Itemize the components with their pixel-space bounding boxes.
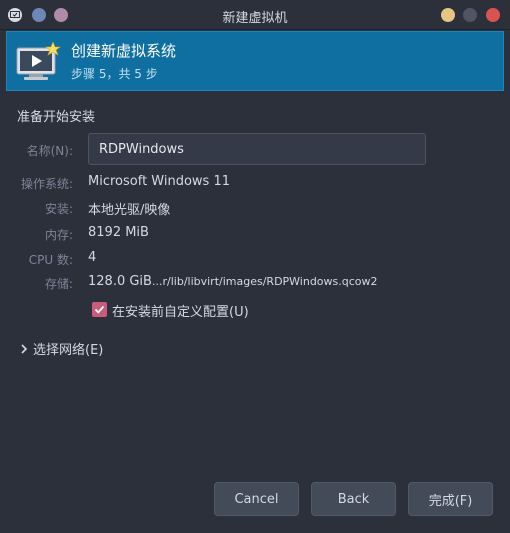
cpu-value: 4: [88, 250, 97, 265]
network-label: 选择网络(E): [33, 343, 104, 358]
storage-path: ...r/lib/libvirt/images/RDPWindows.qcow2: [152, 275, 378, 288]
chevron-right-icon: [21, 343, 28, 354]
storage-label: 存储:: [44, 277, 73, 291]
finish-button[interactable]: 完成(F): [408, 482, 493, 516]
back-button[interactable]: Back: [311, 482, 396, 516]
minimize-button[interactable]: [441, 8, 455, 22]
name-label: 名称(N):: [26, 144, 73, 158]
new-vm-icon: [16, 41, 61, 80]
section-title: 准备开始安装: [17, 110, 96, 125]
maximize-button[interactable]: [463, 8, 477, 22]
cpu-label: CPU 数:: [28, 253, 73, 267]
network-expander[interactable]: 选择网络(E): [20, 339, 103, 358]
window-title: 新建虚拟机: [222, 11, 288, 26]
os-value: Microsoft Windows 11: [88, 174, 230, 189]
install-value: 本地光驱/映像: [88, 203, 171, 218]
cancel-button[interactable]: Cancel: [214, 482, 299, 516]
os-label: 操作系统:: [20, 177, 73, 191]
name-field[interactable]: [88, 133, 426, 165]
memory-label: 内存:: [44, 228, 73, 242]
wizard-header: 创建新虚拟系统 步骤 5，共 5 步: [6, 31, 504, 91]
dialog-window: 新建虚拟机 创建新虚拟系统 步骤 5，共 5 步 准备开始安装 名称(N): 操…: [0, 0, 510, 533]
install-label: 安装:: [44, 202, 73, 216]
customize-label[interactable]: 在安装前自定义配置(U): [112, 301, 249, 320]
wizard-title: 创建新虚拟系统: [71, 42, 177, 60]
customize-checkbox[interactable]: [92, 302, 107, 317]
wizard-step: 步骤 5，共 5 步: [71, 67, 158, 81]
checkmark-icon: [94, 305, 105, 314]
storage-size: 128.0 GiB: [88, 274, 152, 289]
close-button[interactable]: [486, 8, 500, 22]
title-bar: 新建虚拟机: [0, 0, 510, 30]
memory-value: 8192 MiB: [88, 225, 149, 240]
